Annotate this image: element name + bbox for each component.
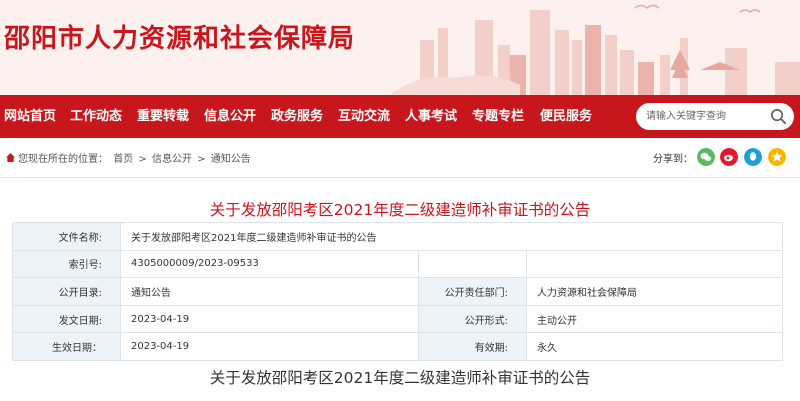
article-title: 关于发放邵阳考区2021年度二级建造师补审证书的公告 bbox=[209, 201, 591, 219]
file-name-value: 关于发放邵阳考区2021年度二级建造师补审证书的公告 bbox=[119, 222, 784, 251]
home-icon bbox=[6, 153, 15, 162]
article-body-title: 关于发放邵阳考区2021年度二级建造师补审证书的公告 bbox=[209, 369, 591, 387]
table-row: 文件名称: 关于发放邵阳考区2021年度二级建造师补审证书的公告 bbox=[12, 222, 784, 251]
nav-item-home[interactable]: 网站首页 bbox=[4, 95, 56, 138]
nav-item-reprints[interactable]: 重要转载 bbox=[137, 95, 189, 138]
table-row: 公开目录: 通知公告 公开责任部门: 人力资源和社会保障局 bbox=[12, 277, 784, 306]
effective-date-value: 2023-04-19 bbox=[120, 332, 419, 361]
search-input[interactable] bbox=[646, 107, 766, 126]
file-name-label: 文件名称: bbox=[12, 222, 121, 251]
dept-value: 人力资源和社会保障局 bbox=[525, 277, 784, 306]
weibo-icon[interactable] bbox=[720, 148, 738, 166]
search-icon[interactable] bbox=[769, 107, 788, 126]
table-row: 索引号: 4305000009/2023-09533 bbox=[12, 249, 784, 279]
nav-item-info-disclosure[interactable]: 信息公开 bbox=[204, 95, 256, 138]
site-header: 邵阳市人力资源和社会保障局 bbox=[0, 0, 800, 95]
breadcrumb-info-disclosure[interactable]: 信息公开 bbox=[152, 154, 192, 165]
breadcrumb-separator: > bbox=[197, 154, 206, 165]
empty-cell bbox=[525, 249, 784, 279]
issue-date-value: 2023-04-19 bbox=[120, 304, 419, 334]
qq-icon[interactable] bbox=[744, 148, 762, 166]
dept-label: 公开责任部门: bbox=[418, 277, 527, 306]
breadcrumb-notices[interactable]: 通知公告 bbox=[211, 154, 251, 165]
breadcrumb: 您现在所在的位置： 首页 > 信息公开 > 通知公告 bbox=[18, 150, 253, 165]
table-row: 发文日期: 2023-04-19 公开形式: 主动公开 bbox=[12, 304, 784, 334]
qzone-icon[interactable] bbox=[768, 148, 786, 166]
issue-date-label: 发文日期: bbox=[12, 304, 121, 334]
document-meta-table: 文件名称: 关于发放邵阳考区2021年度二级建造师补审证书的公告 索引号: 43… bbox=[12, 222, 784, 361]
nav-item-personnel-exam[interactable]: 人事考试 bbox=[405, 95, 457, 138]
validity-value: 永久 bbox=[525, 332, 784, 361]
search-box bbox=[636, 103, 794, 130]
breadcrumb-bar: 您现在所在的位置： 首页 > 信息公开 > 通知公告 分享到： bbox=[0, 138, 800, 178]
effective-date-label: 生效日期： bbox=[12, 332, 121, 361]
form-value: 主动公开 bbox=[525, 304, 784, 334]
breadcrumb-home[interactable]: 首页 bbox=[113, 154, 133, 165]
breadcrumb-separator: > bbox=[138, 154, 147, 165]
index-value: 4305000009/2023-09533 bbox=[120, 249, 419, 279]
nav-item-work-news[interactable]: 工作动态 bbox=[70, 95, 122, 138]
table-row: 生效日期： 2023-04-19 有效期: 永久 bbox=[12, 332, 784, 361]
city-skyline-banner bbox=[390, 4, 800, 95]
nav-item-gov-services[interactable]: 政务服务 bbox=[271, 95, 323, 138]
empty-cell bbox=[418, 249, 527, 279]
catalog-label: 公开目录: bbox=[12, 277, 121, 306]
breadcrumb-prefix: 您现在所在的位置： bbox=[18, 154, 108, 165]
nav-item-special-topics[interactable]: 专题专栏 bbox=[472, 95, 524, 138]
nav-item-interaction[interactable]: 互动交流 bbox=[338, 95, 390, 138]
site-title[interactable]: 邵阳市人力资源和社会保障局 bbox=[4, 18, 355, 55]
catalog-value: 通知公告 bbox=[120, 277, 419, 306]
wechat-icon[interactable] bbox=[697, 148, 715, 166]
nav-item-public-services[interactable]: 便民服务 bbox=[540, 95, 592, 138]
index-label: 索引号: bbox=[12, 249, 121, 279]
share-label: 分享到： bbox=[653, 154, 693, 165]
validity-label: 有效期: bbox=[418, 332, 527, 361]
form-label: 公开形式: bbox=[418, 304, 527, 334]
